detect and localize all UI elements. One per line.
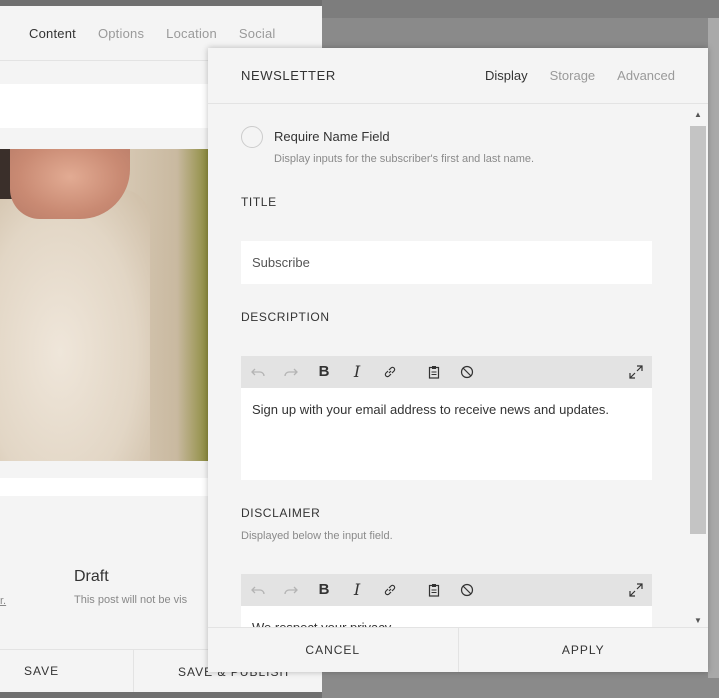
require-name-label: Require Name Field [274,129,390,144]
description-content[interactable]: Sign up with your email address to recei… [241,388,652,480]
description-toolbar: B I [241,356,652,388]
tab-options[interactable]: Options [98,26,144,41]
clear-format-icon[interactable] [456,574,478,606]
disclaimer-editor: B I We respect your privacy. [241,574,652,628]
tab-social[interactable]: Social [239,26,276,41]
post-status-title: Draft [74,568,109,585]
description-editor: B I Sign up with your email address to r… [241,356,652,480]
tab-location[interactable]: Location [166,26,217,41]
newsletter-editor-panel: NEWSLETTER Display Storage Advanced Requ… [208,48,708,672]
save-button[interactable]: SAVE [0,650,134,692]
newsletter-header: NEWSLETTER Display Storage Advanced [208,48,708,104]
expand-icon[interactable] [625,356,647,388]
undo-icon[interactable] [247,574,269,606]
link-icon[interactable] [379,574,401,606]
backdrop-scrollbar [708,18,719,678]
title-section-label: TITLE [241,195,277,209]
cancel-button[interactable]: CANCEL [208,628,459,672]
bold-icon[interactable]: B [313,574,335,606]
scroll-thumb[interactable] [690,126,706,534]
require-name-checkbox[interactable] [241,126,263,148]
tab-storage[interactable]: Storage [550,68,596,83]
post-link-fragment[interactable]: r. [0,595,6,607]
newsletter-scrollbar[interactable]: ▲ ▼ [688,104,708,628]
newsletter-body: Require Name Field Display inputs for th… [208,104,708,628]
tab-content[interactable]: Content [29,26,76,41]
scroll-up-arrow-icon[interactable]: ▲ [688,108,708,122]
disclaimer-section-label: DISCLAIMER [241,506,321,520]
expand-icon[interactable] [625,574,647,606]
clipboard-icon[interactable] [423,356,445,388]
post-status[interactable]: Draft This post will not be vis [74,568,187,606]
link-icon[interactable] [379,356,401,388]
newsletter-footer: CANCEL APPLY [208,627,708,672]
tab-display[interactable]: Display [485,68,528,83]
clear-format-icon[interactable] [456,356,478,388]
redo-icon[interactable] [280,356,302,388]
description-section-label: DESCRIPTION [241,310,330,324]
clipboard-icon[interactable] [423,574,445,606]
disclaimer-sublabel: Displayed below the input field. [241,530,393,542]
undo-icon[interactable] [247,356,269,388]
image-dress-shape [0,189,150,461]
redo-icon[interactable] [280,574,302,606]
italic-icon[interactable]: I [346,574,368,606]
scroll-down-arrow-icon[interactable]: ▼ [688,614,708,628]
bold-icon[interactable]: B [313,356,335,388]
require-name-description: Display inputs for the subscriber's firs… [274,153,535,165]
newsletter-title: NEWSLETTER [241,68,336,83]
tab-advanced[interactable]: Advanced [617,68,675,83]
italic-icon[interactable]: I [346,356,368,388]
disclaimer-toolbar: B I [241,574,652,606]
post-status-description: This post will not be vis [74,594,188,606]
title-input[interactable]: Subscribe [241,241,652,284]
newsletter-tabs: Display Storage Advanced [485,68,675,83]
apply-button[interactable]: APPLY [459,628,709,672]
disclaimer-content[interactable]: We respect your privacy. [241,606,652,628]
